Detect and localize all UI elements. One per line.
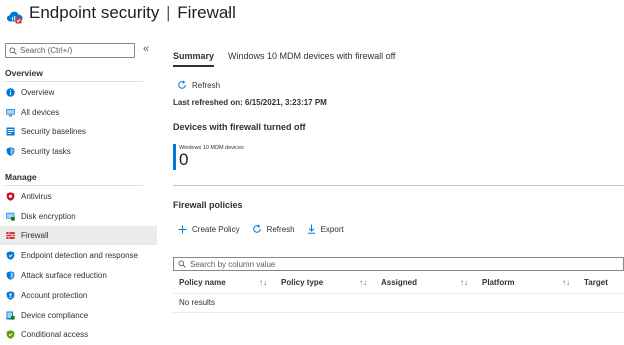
sidebar-search-input[interactable]: Search (Ctrl+/)	[5, 43, 135, 58]
refresh-label: Refresh	[192, 80, 221, 90]
table-header-divider	[173, 293, 624, 294]
sort-icon[interactable]: ↑↓	[359, 278, 367, 287]
sidebar-item-account-protection[interactable]: Account protection	[0, 286, 157, 305]
account-protection-icon	[6, 291, 15, 300]
sort-icon[interactable]: ↑↓	[259, 278, 267, 287]
export-label: Export	[320, 224, 344, 234]
column-search-input[interactable]: Search by column value	[173, 257, 624, 271]
create-policy-button[interactable]: Create Policy	[178, 225, 240, 234]
sidebar-item-label: Endpoint detection and response	[21, 251, 138, 260]
column-header-target[interactable]: Target	[584, 278, 608, 287]
section-divider	[173, 185, 624, 186]
sidebar-item-label: Firewall	[21, 231, 49, 240]
refresh-button[interactable]: Refresh	[177, 80, 220, 90]
table-row-divider	[173, 312, 624, 313]
baseline-icon	[6, 127, 15, 136]
export-button[interactable]: Export	[307, 224, 344, 234]
more-options-button[interactable]: ···	[221, 4, 237, 19]
edr-shield-icon	[6, 251, 15, 260]
tab-summary[interactable]: Summary	[173, 51, 215, 67]
policies-toolbar: Create Policy Refresh Export	[178, 224, 356, 234]
search-icon	[9, 46, 17, 55]
sidebar-item-label: All devices	[21, 108, 60, 117]
antivirus-shield-icon	[6, 192, 15, 201]
sidebar-item-label: Account protection	[21, 291, 88, 300]
firewall-policies-heading: Firewall policies	[173, 200, 243, 210]
column-header-policy-name[interactable]: Policy name	[179, 278, 226, 287]
no-results-text: No results	[179, 298, 216, 307]
column-search-placeholder: Search by column value	[190, 259, 276, 269]
sidebar-search-placeholder: Search (Ctrl+/)	[20, 46, 73, 55]
sidebar-item-label: Security tasks	[21, 147, 71, 156]
sidebar-item-label: Overview	[21, 88, 55, 97]
shield-tasks-icon	[6, 147, 15, 156]
windows10-mdm-devices-tile[interactable]: Windows 10 MDM devices 0	[173, 144, 253, 170]
section-divider	[5, 81, 143, 82]
main-content: Summary Windows 10 MDM devices with fire…	[165, 40, 624, 345]
sort-icon[interactable]: ↑↓	[562, 278, 570, 287]
sidebar-item-label: Device compliance	[21, 311, 89, 320]
asr-shield-icon	[6, 271, 15, 280]
sidebar-item-label: Attack surface reduction	[21, 271, 107, 280]
sidebar-item-security-tasks[interactable]: Security tasks	[0, 142, 157, 161]
tab-windows10-mdm-firewall-off[interactable]: Windows 10 MDM devices with firewall off	[228, 51, 395, 67]
section-divider	[5, 185, 143, 186]
policies-refresh-label: Refresh	[266, 224, 295, 234]
column-header-policy-type[interactable]: Policy type	[281, 278, 323, 287]
column-header-platform[interactable]: Platform	[482, 278, 514, 287]
sidebar-item-label: Antivirus	[21, 192, 52, 201]
device-compliance-icon	[6, 311, 15, 320]
devices-icon	[6, 108, 15, 117]
search-icon	[178, 260, 186, 268]
devices-firewall-off-heading: Devices with firewall turned off	[173, 122, 306, 132]
conditional-access-icon	[6, 330, 15, 339]
sidebar: Search (Ctrl+/) « Overview Overview All …	[0, 40, 157, 345]
endpoint-security-cloud-icon	[6, 8, 24, 26]
refresh-icon	[178, 80, 186, 89]
plus-icon	[178, 225, 187, 233]
tab-bar: Summary Windows 10 MDM devices with fire…	[173, 51, 409, 67]
page-title: Endpoint security | Firewall	[29, 3, 236, 23]
sort-icon[interactable]: ↑↓	[460, 278, 468, 287]
info-icon	[6, 88, 15, 97]
firewall-icon	[6, 231, 15, 240]
policies-refresh-button[interactable]: Refresh	[252, 224, 295, 234]
sidebar-item-device-compliance[interactable]: Device compliance	[0, 306, 157, 325]
sidebar-item-antivirus[interactable]: Antivirus	[0, 187, 157, 206]
sidebar-item-label: Security baselines	[21, 127, 86, 136]
sidebar-item-label: Disk encryption	[21, 212, 76, 221]
section-label-manage: Manage	[5, 172, 37, 182]
sidebar-item-endpoint-detection[interactable]: Endpoint detection and response	[0, 246, 157, 265]
create-policy-label: Create Policy	[192, 224, 240, 234]
sidebar-item-security-baselines[interactable]: Security baselines	[0, 122, 157, 141]
download-icon	[307, 224, 315, 234]
sidebar-item-all-devices[interactable]: All devices	[0, 103, 157, 122]
title-separator: |	[166, 3, 171, 22]
tile-label: Windows 10 MDM devices	[179, 145, 244, 151]
sidebar-item-firewall[interactable]: Firewall	[0, 226, 157, 245]
section-label-overview: Overview	[5, 68, 43, 78]
sidebar-item-attack-surface-reduction[interactable]: Attack surface reduction	[0, 266, 157, 285]
column-header-assigned[interactable]: Assigned	[381, 278, 417, 287]
collapse-sidebar-button[interactable]: «	[143, 43, 149, 55]
page-title-main: Endpoint security	[29, 3, 160, 22]
last-refreshed-text: Last refreshed on: 6/15/2021, 3:23:17 PM	[173, 98, 327, 107]
page-header: Endpoint security | Firewall ···	[0, 0, 624, 36]
sidebar-item-overview[interactable]: Overview	[0, 83, 157, 102]
refresh-icon	[252, 224, 261, 233]
sidebar-item-disk-encryption[interactable]: Disk encryption	[0, 207, 157, 226]
tile-value: 0	[179, 150, 189, 169]
sidebar-item-conditional-access[interactable]: Conditional access	[0, 325, 157, 344]
disk-encryption-icon	[6, 212, 15, 221]
sidebar-item-label: Conditional access	[21, 330, 89, 339]
